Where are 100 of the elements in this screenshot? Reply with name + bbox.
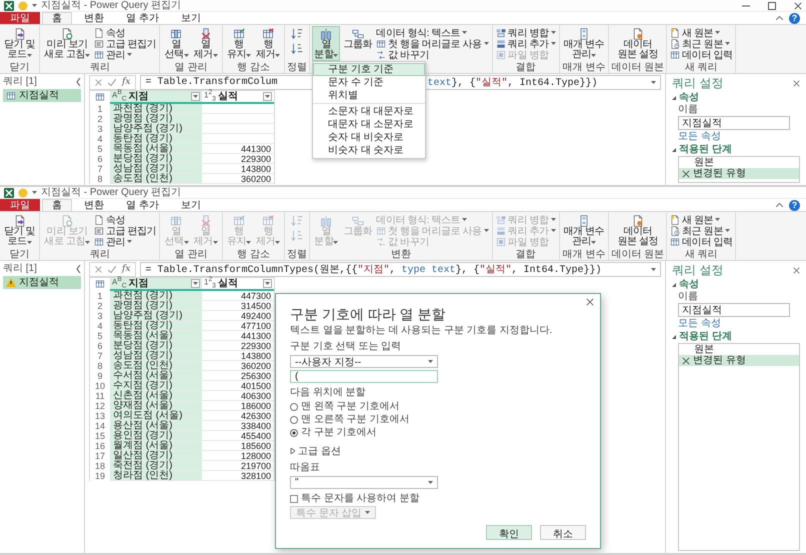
formula-field[interactable]: = Table.TransformColumnTypes(원본,{{"지점", type text}, {"실적", Int64.Type}}) bbox=[140, 262, 661, 276]
triangle-icon[interactable] bbox=[672, 282, 676, 286]
ribbon-button[interactable]: 쿼리 병합 bbox=[494, 27, 557, 38]
ribbon-button[interactable]: 행 제거 bbox=[254, 26, 282, 61]
sort-button[interactable] bbox=[290, 42, 304, 57]
triangle-icon[interactable] bbox=[672, 334, 676, 338]
ribbon-button[interactable]: 속성 bbox=[92, 27, 158, 38]
collapse-icon[interactable] bbox=[76, 78, 81, 86]
maximize-icon[interactable] bbox=[768, 2, 776, 10]
column-header[interactable]: 1$^{2}$$_{3}$ 실적 bbox=[202, 278, 274, 291]
menu-item[interactable]: 비숫자 대 숫자로 bbox=[313, 144, 426, 157]
query-item[interactable]: 지점실적 bbox=[3, 89, 81, 102]
table-cell: 328100 bbox=[202, 471, 274, 481]
editor-icon bbox=[94, 226, 104, 236]
triangle-icon bbox=[290, 448, 295, 454]
ribbon-button[interactable]: 관리 bbox=[92, 49, 158, 60]
menu-item[interactable]: 숫자 대 비숫자로 bbox=[313, 131, 426, 144]
help-button[interactable]: ? bbox=[789, 12, 800, 24]
input-field[interactable]: ( bbox=[290, 370, 438, 383]
collapse-icon[interactable] bbox=[776, 16, 783, 20]
collapse-icon[interactable] bbox=[76, 264, 81, 272]
menu-item[interactable]: 문자 수 기준 bbox=[313, 76, 426, 89]
ribbon-button[interactable]: 새 원본 bbox=[669, 214, 734, 225]
query-item[interactable]: 지점실적 bbox=[3, 276, 81, 289]
ribbon-tab[interactable]: 보기 bbox=[170, 12, 211, 24]
menu-item[interactable]: 소문자 대 대문자로 bbox=[313, 105, 426, 118]
ribbon-button[interactable]: 미리 보기 새로 고침 bbox=[42, 26, 92, 61]
checkbox[interactable] bbox=[290, 494, 298, 502]
ribbon-button[interactable]: 고급 편집기 bbox=[92, 225, 158, 236]
ribbon-button[interactable]: 그룹화 bbox=[341, 26, 374, 51]
replace-icon bbox=[376, 50, 386, 60]
all-properties-link[interactable]: 모든 속성 bbox=[672, 318, 721, 329]
ribbon-button[interactable]: 열 분할 bbox=[312, 26, 340, 61]
menu-item[interactable]: 대문자 대 소문자로 bbox=[313, 118, 426, 131]
ribbon-tab[interactable]: 열 추가 bbox=[116, 12, 169, 24]
ribbon-button[interactable]: 새 원본 bbox=[669, 27, 734, 38]
ribbon-tab[interactable]: 열 추가 bbox=[116, 199, 169, 211]
group-label: 열 관리 bbox=[174, 62, 208, 73]
column-header[interactable]: A$^{B}$$_{C}$ 지점 bbox=[110, 91, 202, 104]
help-button[interactable]: ? bbox=[789, 200, 800, 210]
column-remove-icon bbox=[200, 28, 212, 40]
columns-icon bbox=[170, 215, 182, 227]
ribbon-button[interactable]: 관리 bbox=[92, 236, 158, 247]
ribbon-button[interactable]: 행 유지 bbox=[224, 26, 253, 61]
ribbon-tab[interactable]: 홈 bbox=[42, 199, 72, 211]
radio-button[interactable] bbox=[290, 416, 298, 424]
ribbon-button[interactable]: 고급 편집기 bbox=[92, 38, 158, 49]
ribbon-button[interactable]: 데이터 입력 bbox=[669, 49, 734, 60]
ribbon-button[interactable]: 최근 원본 bbox=[669, 225, 734, 236]
delimiter-dropdown[interactable]: --사용자 지정-- bbox=[290, 355, 438, 368]
triangle-icon[interactable] bbox=[672, 96, 676, 100]
ribbon-button[interactable]: 최근 원본 bbox=[669, 38, 734, 49]
menu-item[interactable]: 구분 기호 기준 bbox=[313, 63, 426, 76]
ribbon-button[interactable]: 닫기 및 로드 bbox=[2, 26, 38, 61]
menu-item[interactable]: 위치별 bbox=[313, 89, 426, 102]
expander-button[interactable]: 고급 옵션 bbox=[290, 444, 341, 458]
column-header[interactable]: A$^{B}$$_{C}$ 지점 bbox=[110, 278, 202, 291]
ribbon-button[interactable]: 매개 변수 관리 bbox=[562, 213, 606, 248]
ribbon-tab[interactable]: 변환 bbox=[74, 12, 114, 24]
ribbon-button[interactable]: 쿼리 추가 bbox=[494, 38, 557, 49]
all-properties-link[interactable]: 모든 속성 bbox=[672, 131, 721, 142]
name-field[interactable]: 지점실적 bbox=[678, 303, 790, 317]
ribbon-tab[interactable]: 홈 bbox=[42, 12, 72, 24]
ribbon-button[interactable]: 값 바꾸기 bbox=[375, 49, 490, 60]
ribbon-button[interactable]: 닫기 및 로드 bbox=[2, 213, 38, 248]
filter-button[interactable] bbox=[191, 279, 200, 288]
ribbon-button[interactable]: 열 제거 bbox=[192, 26, 220, 61]
caret-icon bbox=[246, 54, 251, 57]
close-button[interactable] bbox=[586, 298, 594, 306]
radio-button[interactable] bbox=[290, 402, 298, 410]
ribbon-tab[interactable]: 파일 bbox=[0, 199, 40, 211]
triangle-icon[interactable] bbox=[672, 148, 676, 152]
radio-label: 맨 왼쪽 구분 기호에서 bbox=[301, 401, 400, 412]
radio-button[interactable] bbox=[290, 428, 298, 436]
ribbon-button[interactable]: 데이터 입력 bbox=[669, 236, 734, 247]
caret-icon bbox=[26, 54, 32, 57]
dialog-button[interactable]: 취소 bbox=[540, 525, 586, 540]
filter-button[interactable] bbox=[263, 92, 272, 101]
ribbon-button[interactable]: 매개 변수 관리 bbox=[562, 26, 606, 61]
quote-dropdown[interactable]: " bbox=[290, 476, 438, 489]
ribbon-tab[interactable]: 파일 bbox=[0, 12, 40, 24]
step-item[interactable]: 변경된 유형 bbox=[679, 355, 799, 366]
ribbon-tab[interactable]: 변환 bbox=[74, 199, 114, 211]
ribbon-button[interactable]: 첫 행을 머리글로 사용 bbox=[375, 38, 490, 49]
column-header[interactable]: 1$^{2}$$_{3}$ 실적 bbox=[202, 91, 274, 104]
sort-button[interactable] bbox=[290, 27, 304, 42]
filter-button[interactable] bbox=[191, 92, 200, 101]
dialog-button[interactable]: 확인 bbox=[486, 525, 532, 540]
filter-button[interactable] bbox=[263, 279, 272, 288]
ribbon-button[interactable]: 열 선택 bbox=[162, 26, 191, 61]
collapse-icon[interactable] bbox=[776, 203, 783, 207]
warning-icon bbox=[6, 278, 16, 287]
name-field[interactable]: 지점실적 bbox=[678, 116, 790, 130]
ribbon-button[interactable]: 데이터 원본 설정 bbox=[615, 213, 660, 248]
replace-icon bbox=[376, 236, 386, 246]
ribbon-button[interactable]: 속성 bbox=[92, 214, 158, 225]
ribbon-tab[interactable]: 보기 bbox=[170, 199, 211, 211]
step-item[interactable]: 변경된 유형 bbox=[679, 168, 799, 179]
ribbon-button[interactable]: 데이터 원본 설정 bbox=[615, 26, 660, 61]
ribbon-button[interactable]: 데이터 형식: 텍스트 bbox=[375, 27, 490, 38]
